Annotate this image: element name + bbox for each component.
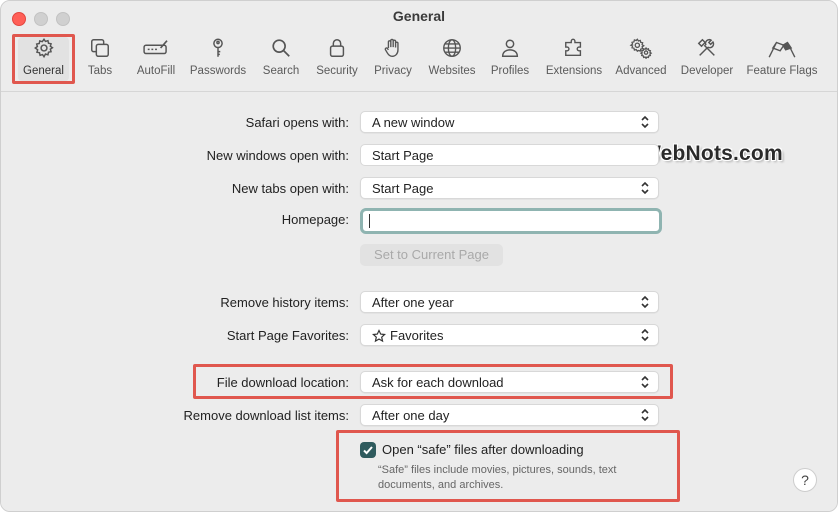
general-settings-pane: WebNots.com Safari opens with: A new win… <box>1 92 837 511</box>
person-icon <box>501 39 519 57</box>
start-page-favorites-popup[interactable]: Favorites <box>360 324 659 346</box>
file-download-location-popup[interactable]: Ask for each download <box>360 371 659 393</box>
tab-feature-flags[interactable]: Feature Flags <box>745 37 819 81</box>
homepage-label: Homepage: <box>281 212 349 227</box>
new-tabs-open-with-value: Start Page <box>372 181 434 196</box>
star-icon <box>372 329 386 343</box>
chevron-updown-icon <box>641 115 649 129</box>
tabs-icon <box>91 39 109 57</box>
tab-autofill[interactable]: AutoFill <box>133 37 179 81</box>
lock-icon <box>329 39 345 57</box>
new-windows-open-with-label: New windows open with: <box>206 148 349 163</box>
remove-history-items-label: Remove history items: <box>220 295 349 310</box>
tab-security-label: Security <box>316 65 358 77</box>
tab-advanced[interactable]: Advanced <box>613 37 669 81</box>
safari-opens-with-value: A new window <box>372 115 455 130</box>
tab-extensions-label: Extensions <box>545 65 603 77</box>
set-to-current-page-button[interactable]: Set to Current Page <box>360 244 503 266</box>
tab-websites-label: Websites <box>428 65 476 77</box>
remove-download-list-items-popup[interactable]: After one day <box>360 404 659 426</box>
homepage-field[interactable] <box>360 208 662 234</box>
checkmark-icon <box>363 446 373 455</box>
safari-opens-with-label: Safari opens with: <box>245 115 349 130</box>
tab-search[interactable]: Search <box>261 37 301 81</box>
tab-extensions[interactable]: Extensions <box>543 37 605 81</box>
tab-security[interactable]: Security <box>314 37 360 81</box>
tab-profiles-label: Profiles <box>490 65 530 77</box>
tab-profiles[interactable]: Profiles <box>488 37 532 81</box>
tools-icon <box>697 38 715 56</box>
chevron-updown-icon <box>641 408 649 422</box>
open-safe-files-checkbox[interactable] <box>360 442 376 458</box>
hand-icon <box>384 38 399 57</box>
remove-download-list-items-value: After one day <box>372 408 450 423</box>
autofill-icon <box>143 40 168 55</box>
text-caret <box>369 214 370 228</box>
tab-privacy-label: Privacy <box>374 65 412 77</box>
help-button[interactable]: ? <box>793 468 817 492</box>
window-title: General <box>392 8 446 24</box>
tab-advanced-label: Advanced <box>615 65 667 77</box>
remove-history-items-value: After one year <box>372 295 454 310</box>
open-safe-files-label[interactable]: Open “safe” files after downloading <box>382 442 584 457</box>
new-windows-open-with-value: Start Page <box>372 148 434 163</box>
globe-icon <box>443 39 461 57</box>
puzzle-icon <box>565 38 582 57</box>
preferences-window: General General Tabs AutoFill Passwords … <box>0 0 838 512</box>
file-download-location-value: Ask for each download <box>372 375 504 390</box>
chevron-updown-icon <box>641 328 649 342</box>
start-page-favorites-value: Favorites <box>390 328 444 343</box>
flags-icon <box>768 41 796 58</box>
tab-search-label: Search <box>262 65 300 77</box>
new-tabs-open-with-label: New tabs open with: <box>231 181 349 196</box>
tab-tabs[interactable]: Tabs <box>83 37 117 81</box>
open-safe-files-description: “Safe” files include movies, pictures, s… <box>378 464 617 491</box>
safari-opens-with-popup[interactable]: A new window <box>360 111 659 133</box>
chevron-updown-icon <box>641 181 649 195</box>
new-tabs-open-with-popup[interactable]: Start Page <box>360 177 659 199</box>
general-highlight <box>12 34 75 84</box>
file-download-location-label: File download location: <box>216 375 349 390</box>
tab-passwords-label: Passwords <box>189 65 247 77</box>
gears-icon <box>629 38 653 59</box>
remove-download-list-items-label: Remove download list items: <box>183 408 349 423</box>
remove-history-items-popup[interactable]: After one year <box>360 291 659 313</box>
chevron-updown-icon <box>641 375 649 389</box>
toolbar: General General Tabs AutoFill Passwords … <box>1 1 837 92</box>
tab-developer[interactable]: Developer <box>679 37 735 81</box>
tab-tabs-label: Tabs <box>87 65 113 77</box>
tab-autofill-label: AutoFill <box>136 65 176 77</box>
tab-privacy[interactable]: Privacy <box>372 37 414 81</box>
chevron-updown-icon <box>641 295 649 309</box>
tab-feature-flags-label: Feature Flags <box>746 65 818 77</box>
key-icon <box>213 38 223 57</box>
watermark: WebNots.com <box>641 142 783 165</box>
start-page-favorites-label: Start Page Favorites: <box>226 328 349 343</box>
tab-passwords[interactable]: Passwords <box>189 37 247 81</box>
search-icon <box>272 39 290 57</box>
tab-developer-label: Developer <box>680 65 734 77</box>
tab-websites[interactable]: Websites <box>425 37 479 81</box>
new-windows-open-with-popup[interactable]: Start Page <box>360 144 659 166</box>
